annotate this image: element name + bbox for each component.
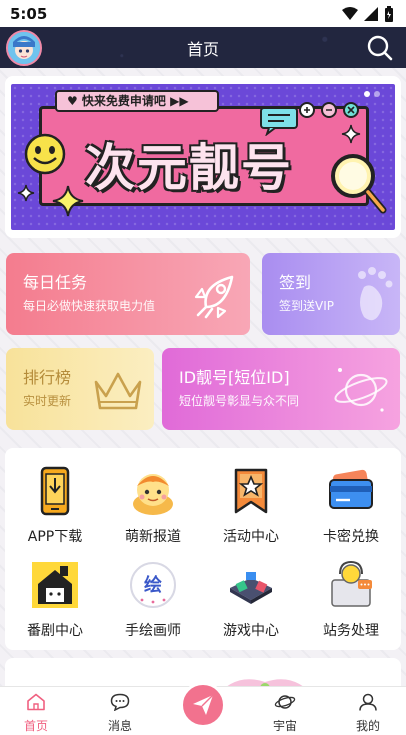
draw-badge-text: 绘 xyxy=(144,574,162,596)
status-time: 5:05 xyxy=(10,4,48,23)
magnifier-icon xyxy=(331,154,387,214)
status-icons xyxy=(342,5,394,22)
grid-item-app-download[interactable]: APP下载 xyxy=(5,466,105,546)
paper-plane-icon xyxy=(193,694,214,715)
user-icon xyxy=(359,693,377,711)
grid-label: 活动中心 xyxy=(223,529,279,545)
grid-item-support[interactable]: 站务处理 xyxy=(301,560,401,640)
daily-task-tile[interactable]: 每日任务 每日必做快速获取电力值 xyxy=(6,253,250,335)
window-controls-icon xyxy=(299,102,359,118)
signin-tile[interactable]: 签到 签到送VIP xyxy=(262,253,400,335)
avatar-image-icon xyxy=(8,32,40,64)
daily-task-title: 每日任务 xyxy=(23,273,88,292)
draw-badge-icon: 绘 xyxy=(130,562,176,608)
promo-banner[interactable]: ♥ 快来免费申请吧 ▶▶ 次元靓号 xyxy=(11,84,395,230)
feature-grid: APP下载 萌新报道 活动中心 卡密兑换 番剧中心 绘 手绘画师 游戏中心 站务… xyxy=(5,448,401,650)
ranking-subtitle: 实时更新 xyxy=(23,394,72,408)
grid-label: 卡密兑换 xyxy=(323,529,379,545)
carousel-dots xyxy=(364,91,380,97)
star-bookmark-icon xyxy=(234,468,268,514)
app-header: 首页 xyxy=(0,27,406,68)
tv-house-icon xyxy=(32,562,78,608)
grid-label: APP下载 xyxy=(27,529,83,545)
tab-profile[interactable]: 我的 xyxy=(338,693,398,734)
tab-label: 我的 xyxy=(355,719,380,733)
tab-universe[interactable]: 宇宙 xyxy=(255,693,315,734)
banner-card: ♥ 快来免费申请吧 ▶▶ 次元靓号 xyxy=(5,76,401,238)
card-icon xyxy=(329,469,373,509)
smiley-icon xyxy=(24,133,66,175)
daily-task-subtitle: 每日必做快速获取电力值 xyxy=(23,299,156,313)
grid-label: 萌新报道 xyxy=(125,529,181,545)
tab-messages[interactable]: 消息 xyxy=(90,693,150,734)
grid-item-card-redeem[interactable]: 卡密兑换 xyxy=(301,466,401,546)
avatar[interactable] xyxy=(6,30,42,66)
mascot-icon xyxy=(133,474,173,515)
planet-icon xyxy=(334,368,388,412)
sparkle-small-icon xyxy=(17,184,35,202)
crown-icon xyxy=(94,372,142,410)
grid-label: 番剧中心 xyxy=(27,623,83,639)
planet-tab-icon xyxy=(274,695,296,709)
grid-item-artist[interactable]: 绘 手绘画师 xyxy=(103,560,203,640)
message-icon xyxy=(110,693,130,712)
support-icon xyxy=(331,560,372,607)
ranking-tile[interactable]: 排行榜 实时更新 xyxy=(6,348,154,430)
battery-icon xyxy=(385,5,393,22)
banner-tag: ♥ 快来免费申请吧 ▶▶ xyxy=(55,90,219,112)
sparkle-icon xyxy=(52,185,84,217)
grid-item-events[interactable]: 活动中心 xyxy=(201,466,301,546)
id-subtitle: 短位靓号彰显与众不同 xyxy=(179,394,300,408)
home-icon xyxy=(27,693,45,711)
phone-icon xyxy=(40,466,70,516)
banner-title: 次元靓号 xyxy=(85,139,293,197)
id-title: ID靓号[短位ID] xyxy=(179,368,290,387)
grid-label: 站务处理 xyxy=(323,623,379,639)
id-tile[interactable]: ID靓号[短位ID] 短位靓号彰显与众不同 xyxy=(162,348,400,430)
search-icon xyxy=(367,35,393,61)
publish-button[interactable] xyxy=(180,682,226,728)
grid-item-newbie[interactable]: 萌新报道 xyxy=(103,466,203,546)
page-title: 首页 xyxy=(186,39,219,59)
signin-subtitle: 签到送VIP xyxy=(279,299,334,313)
main-content: ♥ 快来免费申请吧 ▶▶ 次元靓号 每日任务 每日必做快速获取电力值 签到 签到… xyxy=(0,68,406,698)
signin-title: 签到 xyxy=(279,273,312,292)
grid-label: 手绘画师 xyxy=(125,623,181,639)
tab-label: 消息 xyxy=(107,719,132,733)
grid-item-anime[interactable]: 番剧中心 xyxy=(5,560,105,640)
grid-item-games[interactable]: 游戏中心 xyxy=(201,560,301,640)
ranking-title: 排行榜 xyxy=(23,368,72,387)
status-bar: 5:05 xyxy=(0,0,406,27)
tab-home[interactable]: 首页 xyxy=(6,693,66,734)
tab-label: 首页 xyxy=(23,719,48,733)
sparkle-right-icon xyxy=(341,124,361,144)
gamepad-icon xyxy=(230,572,272,604)
search-button[interactable] xyxy=(366,34,394,62)
grid-label: 游戏中心 xyxy=(223,623,279,639)
tab-label: 宇宙 xyxy=(272,719,297,733)
wifi-icon xyxy=(342,6,358,20)
signal-icon xyxy=(364,6,378,21)
rocket-icon xyxy=(194,275,234,319)
footprint-icon xyxy=(358,267,393,321)
